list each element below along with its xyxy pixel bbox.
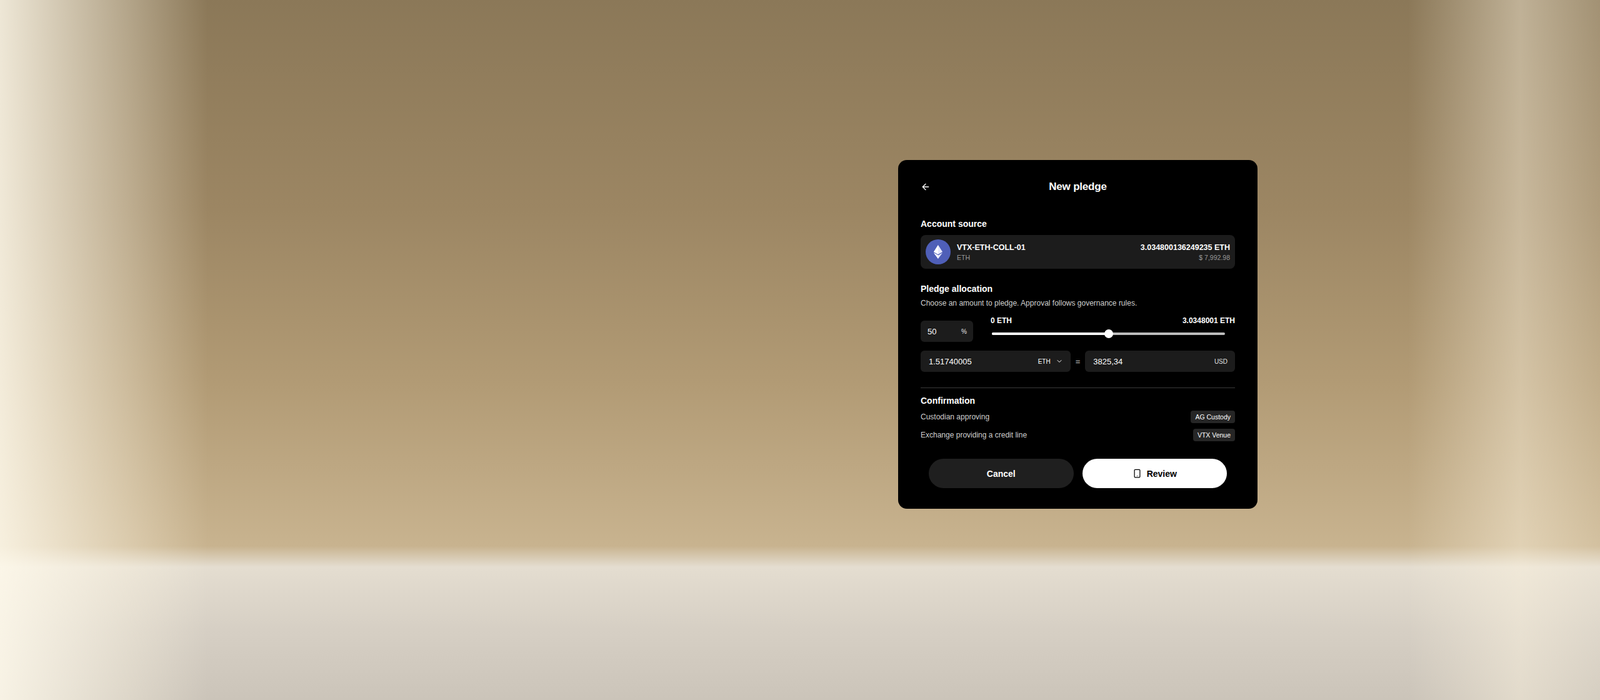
confirmation-label: Exchange providing a credit line (920, 430, 1027, 440)
slider-track[interactable] (991, 332, 1225, 335)
account-card[interactable]: VTX-ETH-COLL-01ETH 3.034800136249235 ETH$… (920, 235, 1235, 269)
confirmation-tag: VTX Venue (1193, 428, 1235, 442)
balance-amount: 3.034800136249235 ETH (1140, 243, 1230, 252)
unit-dropdown[interactable]: ETH (1038, 357, 1064, 365)
back-button[interactable] (920, 181, 939, 192)
slider-min-label: 0 ETH (990, 316, 1012, 325)
slider-labels: 0 ETH 3.0348001 ETH (990, 316, 1235, 325)
slider-row: 50% 0 ETH 3.0348001 ETH (920, 316, 1235, 342)
pledge-dialog: New pledgeAccount sourceVTX-ETH-COLL-01E… (898, 160, 1258, 509)
confirmation-label: Custodian approving (920, 412, 990, 422)
smartphone-icon (1132, 468, 1142, 479)
account-asset: ETH (956, 253, 1135, 262)
slider-fill (991, 332, 1109, 335)
balance-fiat: $ 7,992.98 (1198, 253, 1230, 262)
amount-input[interactable]: 1.51740005ETH (920, 350, 1071, 372)
section-title: Confirmation (920, 395, 1235, 406)
dialog-header: New pledge (920, 178, 1235, 195)
allocation-slider: 0 ETH 3.0348001 ETH (991, 316, 1235, 342)
percent-input[interactable]: 50% (920, 320, 974, 342)
dialog-title: New pledge (938, 180, 1218, 194)
divider (920, 387, 1235, 389)
chevron-down-icon (1055, 357, 1064, 365)
fiat-input[interactable]: 3825,34USD (1085, 350, 1235, 372)
account-name: VTX-ETH-COLL-01 (956, 243, 1135, 252)
account-info: VTX-ETH-COLL-01ETH (956, 243, 1135, 262)
slider-thumb[interactable] (1104, 329, 1114, 339)
page-background: New pledgeAccount sourceVTX-ETH-COLL-01E… (0, 0, 1600, 700)
amount-row: 1.51740005ETH = 3825,34USD (920, 350, 1235, 372)
button-row: Cancel Review (920, 458, 1235, 489)
ethereum-icon (933, 245, 943, 259)
slider-max-label: 3.0348001 ETH (1182, 316, 1235, 325)
section-title: Pledge allocation (920, 283, 1235, 294)
account-balance: 3.034800136249235 ETH$ 7,992.98 (1140, 243, 1230, 262)
confirmation-tag: AG Custody (1190, 410, 1235, 424)
allocation-description: Choose an amount to pledge. Approval fol… (920, 298, 1235, 308)
ethereum-badge (925, 239, 951, 265)
equals-sign: = (1075, 356, 1081, 367)
section-title: Account source (920, 218, 1235, 229)
back-arrow-icon (920, 181, 931, 192)
primary-button[interactable]: Review (1082, 458, 1228, 489)
confirmation-row: Exchange providing a credit line VTX Venu… (920, 428, 1235, 442)
secondary-button[interactable]: Cancel (928, 458, 1074, 489)
confirmation-row: Custodian approving AG Custody (920, 410, 1235, 424)
